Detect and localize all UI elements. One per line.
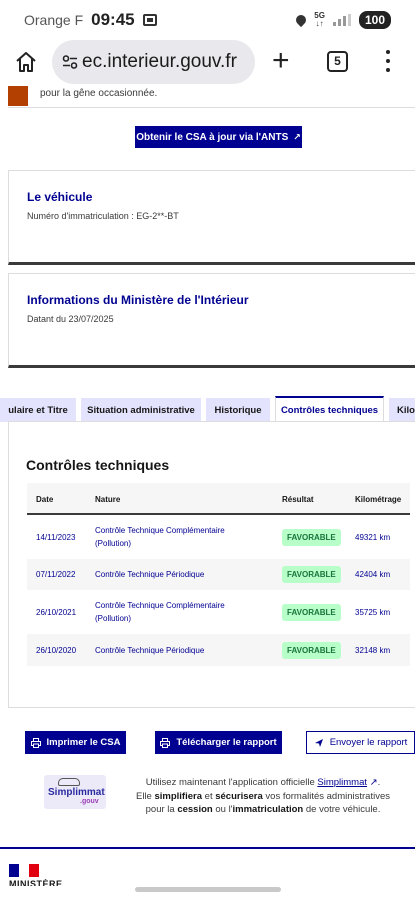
tab-controles-techniques[interactable]: Contrôles techniques bbox=[275, 396, 384, 422]
tab-list: ulaire et Titre Situation administrative… bbox=[0, 396, 415, 422]
tab-kilometrage[interactable]: Kilo bbox=[389, 398, 415, 422]
marianne-flag-logo bbox=[9, 864, 39, 877]
ministry-title: Informations du Ministère de l'Intérieur bbox=[27, 293, 249, 307]
status-badge: FAVORABLE bbox=[282, 641, 341, 659]
printer-icon bbox=[160, 737, 171, 748]
print-csa-label: Imprimer le CSA bbox=[46, 737, 121, 748]
table-row: 26/10/2020 Contrôle Technique Périodique… bbox=[27, 634, 410, 666]
printer-icon bbox=[30, 737, 41, 748]
table-row: 14/11/2023 Contrôle Technique Complément… bbox=[27, 515, 410, 559]
header-nature: Nature bbox=[95, 494, 121, 504]
row-date[interactable]: 07/11/2022 bbox=[36, 559, 75, 590]
new-tab-icon[interactable]: + bbox=[272, 46, 290, 76]
ministry-date: Datant du 23/07/2025 bbox=[27, 314, 114, 324]
row-date[interactable]: 26/10/2021 bbox=[36, 590, 76, 634]
row-nature: Contrôle Technique Périodique bbox=[95, 645, 205, 655]
screen-record-icon bbox=[142, 14, 157, 26]
status-badge: FAVORABLE bbox=[282, 603, 341, 621]
table-row: 26/10/2021 Contrôle Technique Complément… bbox=[27, 590, 410, 634]
vehicle-title: Le véhicule bbox=[27, 190, 93, 204]
gesture-bar bbox=[135, 887, 281, 892]
header-kilometrage: Kilométrage bbox=[355, 494, 402, 504]
header-date: Date bbox=[36, 494, 54, 504]
clock: 09:45 bbox=[91, 10, 135, 29]
section-title: Contrôles techniques bbox=[26, 457, 170, 473]
row-nature: Contrôle Technique Complémentaire (Pollut… bbox=[95, 526, 225, 548]
vehicle-card: Le véhicule Numéro d'immatriculation : E… bbox=[8, 170, 415, 265]
row-date[interactable]: 14/11/2023 bbox=[36, 515, 75, 559]
ministere-label: MINISTÈRE bbox=[9, 879, 63, 886]
simplimmat-promo-text: Utilisez maintenant l'application offici… bbox=[136, 777, 390, 815]
simplimmat-logo: Simplimmat .gouv bbox=[44, 775, 106, 809]
send-icon bbox=[314, 738, 323, 747]
row-km: 42404 km bbox=[355, 570, 391, 579]
alert-accent bbox=[8, 86, 28, 106]
external-link-icon: ↗ bbox=[293, 131, 301, 142]
row-resultat: FAVORABLE bbox=[282, 634, 341, 666]
download-report-label: Télécharger le rapport bbox=[176, 737, 277, 748]
alert-text: pour la gêne occasionnée. bbox=[40, 88, 158, 99]
home-icon[interactable] bbox=[14, 50, 38, 74]
car-icon bbox=[58, 778, 80, 786]
network-type: 5G ↓↑ bbox=[314, 11, 325, 28]
status-badge: FAVORABLE bbox=[282, 528, 341, 546]
status-badge: FAVORABLE bbox=[282, 566, 341, 583]
registration-number: Numéro d'immatriculation : EG-2**-BT bbox=[27, 211, 179, 221]
signal-icon bbox=[332, 14, 351, 26]
site-settings-icon[interactable] bbox=[62, 55, 78, 69]
get-csa-button[interactable]: Obtenir le CSA à jour via l'ANTS ↗ bbox=[135, 126, 302, 148]
row-nature: Contrôle Technique Complémentaire (Pollut… bbox=[95, 601, 225, 623]
battery-indicator: 100 bbox=[358, 11, 391, 29]
table-row: 07/11/2022 Contrôle Technique Périodique… bbox=[27, 559, 410, 590]
menu-icon[interactable] bbox=[385, 50, 391, 72]
address-bar[interactable]: ec.interieur.gouv.fr bbox=[52, 40, 255, 84]
send-report-label: Envoyer le rapport bbox=[329, 737, 408, 748]
tab-historique[interactable]: Historique bbox=[206, 398, 270, 422]
url-text: ec.interieur.gouv.fr bbox=[82, 51, 237, 72]
table-header bbox=[27, 483, 410, 515]
row-date[interactable]: 26/10/2020 bbox=[36, 634, 76, 666]
row-km: 49321 km bbox=[355, 532, 391, 542]
tab-titulaire[interactable]: ulaire et Titre bbox=[0, 398, 76, 422]
external-link-icon: ↗ bbox=[369, 777, 378, 788]
browser-toolbar: ec.interieur.gouv.fr + 5 bbox=[0, 40, 415, 86]
tab-situation-administrative[interactable]: Situation administrative bbox=[81, 398, 201, 422]
row-km: 32148 km bbox=[355, 645, 391, 655]
tabs-icon[interactable]: 5 bbox=[327, 51, 348, 72]
ministry-card: Informations du Ministère de l'Intérieur… bbox=[8, 273, 415, 368]
row-resultat: FAVORABLE bbox=[282, 559, 341, 590]
print-csa-button[interactable]: Imprimer le CSA bbox=[25, 731, 126, 754]
location-icon bbox=[294, 12, 309, 28]
status-bar: Orange F 09:45 5G ↓↑ 100 bbox=[0, 0, 415, 40]
row-km: 35725 km bbox=[355, 607, 391, 617]
simplimmat-link[interactable]: Simplimmat bbox=[317, 777, 367, 788]
row-resultat: FAVORABLE bbox=[282, 515, 341, 559]
download-report-button[interactable]: Télécharger le rapport bbox=[155, 731, 282, 754]
row-nature: Contrôle Technique Périodique bbox=[95, 570, 205, 579]
row-resultat: FAVORABLE bbox=[282, 590, 341, 634]
header-resultat: Résultat bbox=[282, 494, 314, 504]
get-csa-label: Obtenir le CSA à jour via l'ANTS bbox=[136, 131, 289, 143]
send-report-button[interactable]: Envoyer le rapport bbox=[306, 731, 415, 754]
footer-border bbox=[0, 847, 415, 849]
carrier-name: Orange F bbox=[24, 12, 84, 28]
alert-notice: pour la gêne occasionnée. bbox=[8, 86, 415, 108]
